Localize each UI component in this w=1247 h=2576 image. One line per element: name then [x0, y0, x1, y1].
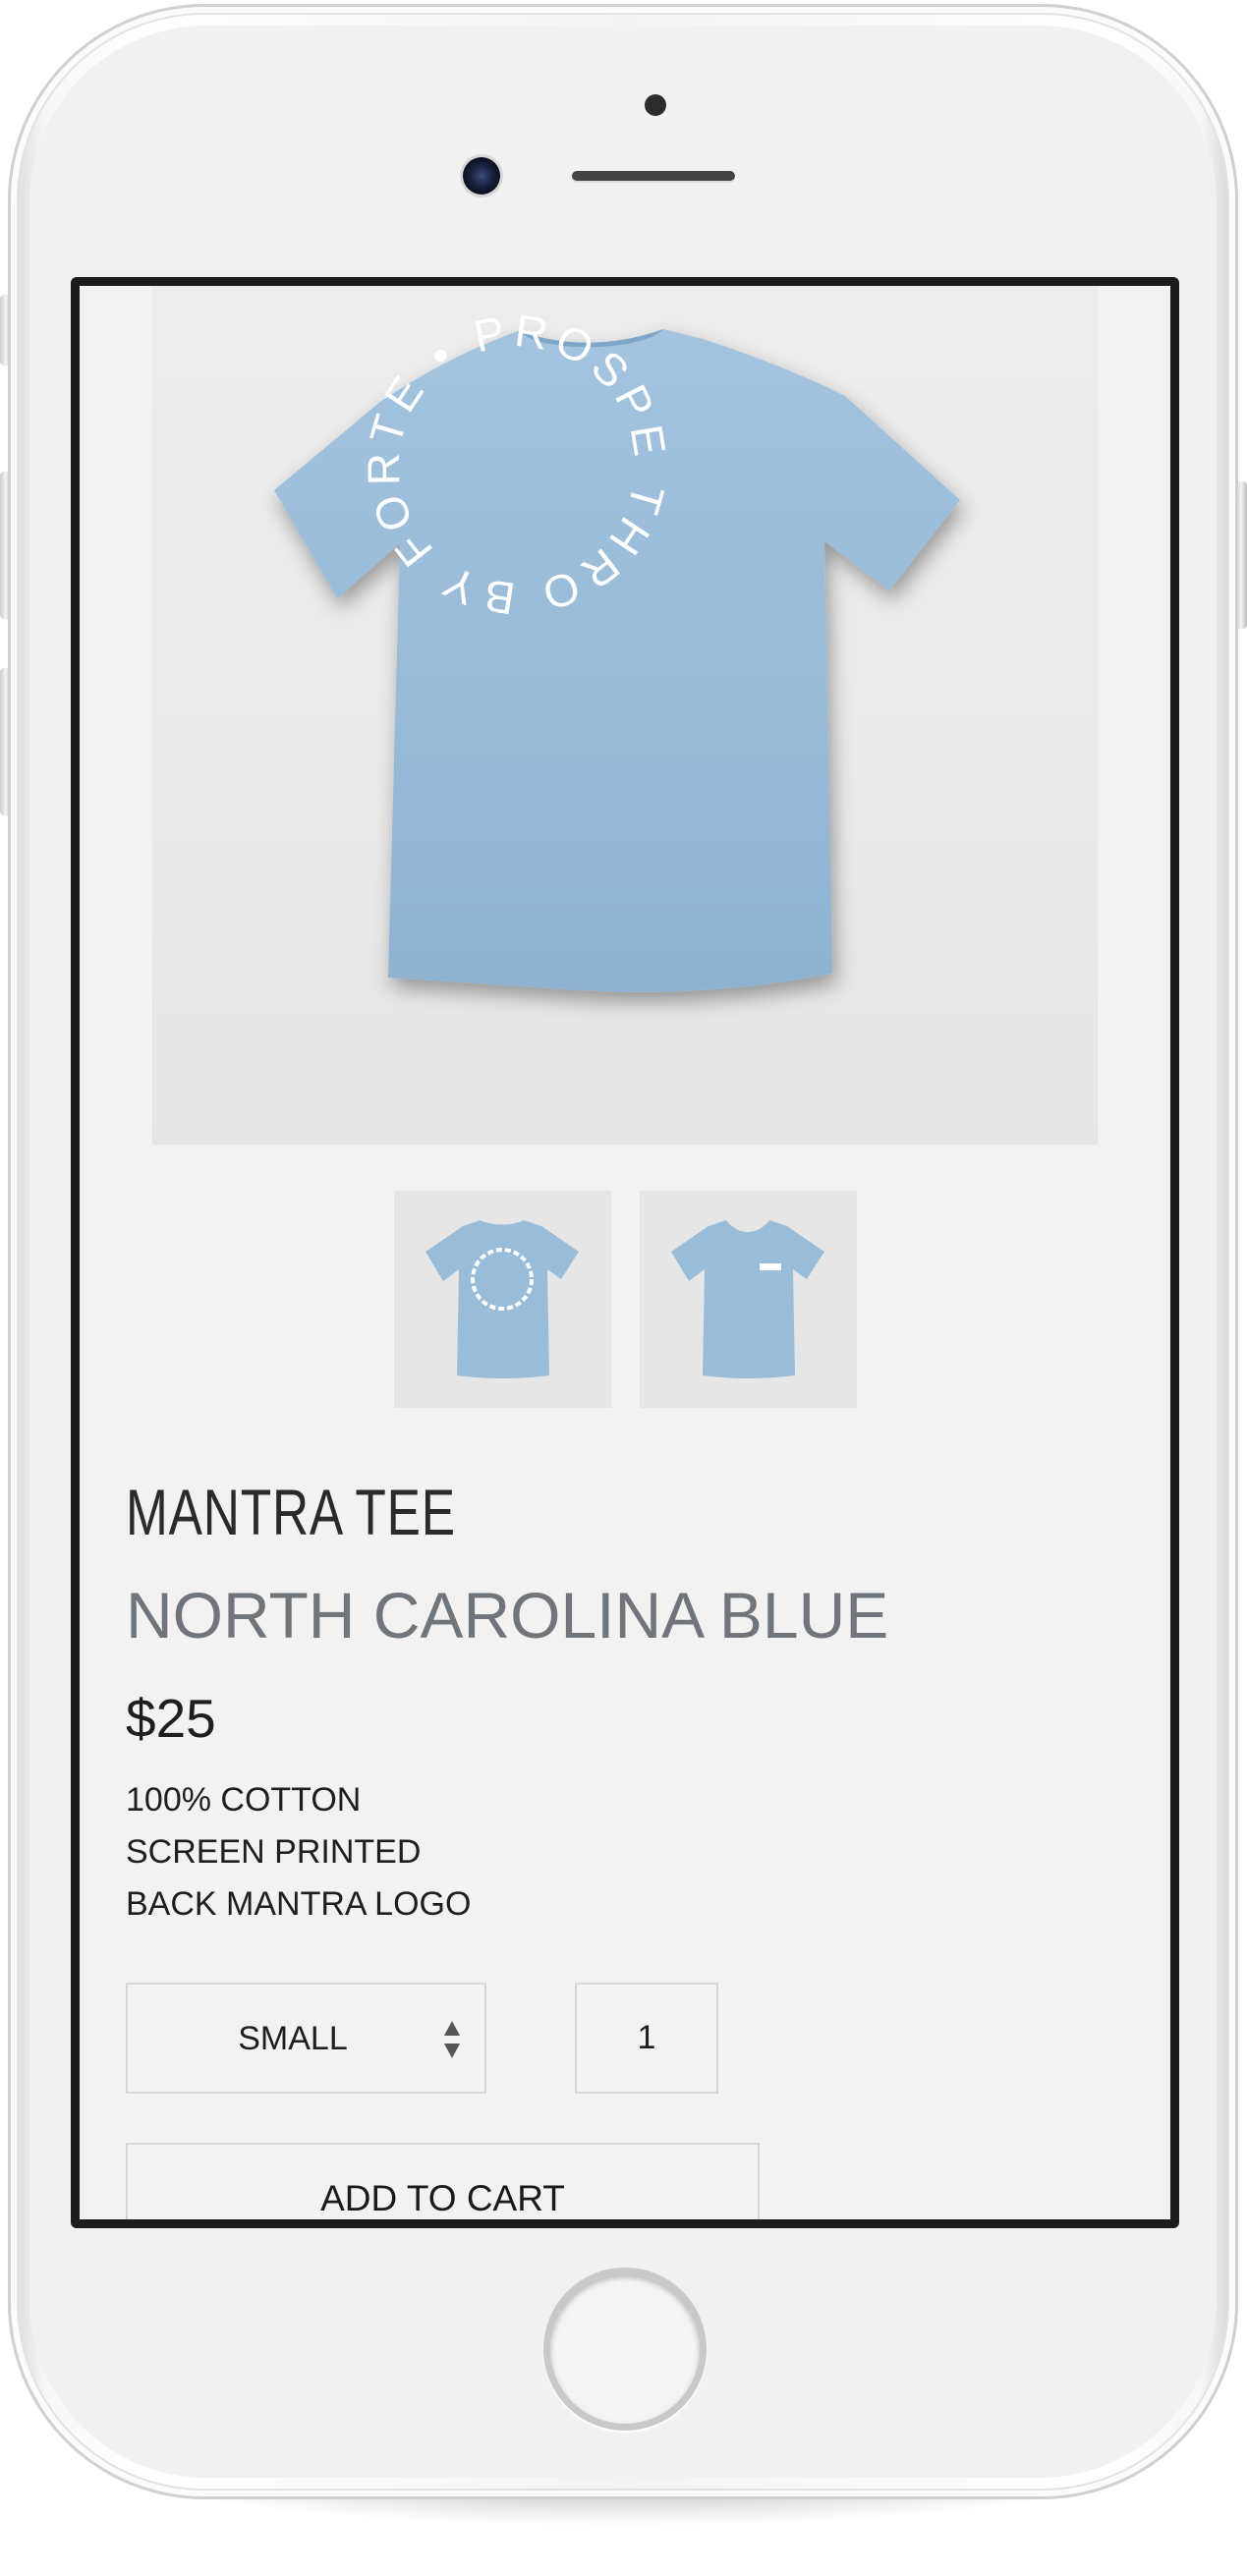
product-description: 100% COTTON SCREEN PRINTED BACK MANTRA L… — [126, 1774, 471, 1931]
home-button[interactable] — [543, 2268, 707, 2431]
quantity-input[interactable] — [575, 1983, 718, 2094]
select-arrows-icon — [444, 2021, 460, 2058]
size-selected-value: SMALL — [238, 2020, 348, 2057]
earpiece-speaker — [572, 171, 735, 181]
product-page: BY FORTE • PROSPE THROUGH NOISE • MANTRA… — [80, 286, 1170, 2219]
description-line: SCREEN PRINTED — [126, 1833, 422, 1871]
tshirt-back-thumbnail-icon — [425, 1220, 579, 1378]
description-line: 100% COTTON — [126, 1781, 362, 1819]
front-camera-icon — [463, 157, 500, 195]
thumbnail-front[interactable] — [640, 1191, 857, 1408]
proximity-sensor — [645, 94, 666, 116]
tshirt-back-image: BY FORTE • PROSPE THROUGH NOISE • — [152, 286, 960, 992]
description-line: BACK MANTRA LOGO — [126, 1885, 472, 1923]
product-main-image: BY FORTE • PROSPE THROUGH NOISE • — [152, 286, 1098, 1145]
product-name: MANTRA TEE — [126, 1476, 456, 1548]
tshirt-front-thumbnail-icon — [671, 1220, 824, 1378]
product-color-name: NORTH CAROLINA BLUE — [126, 1579, 889, 1652]
product-price: $25 — [126, 1688, 216, 1749]
device-mockup: BY FORTE • PROSPE THROUGH NOISE • MANTRA… — [0, 0, 1247, 2576]
add-to-cart-button[interactable]: ADD TO CART — [126, 2143, 760, 2219]
thumbnail-back[interactable] — [394, 1191, 611, 1408]
size-select[interactable]: SMALL — [126, 1983, 486, 2094]
